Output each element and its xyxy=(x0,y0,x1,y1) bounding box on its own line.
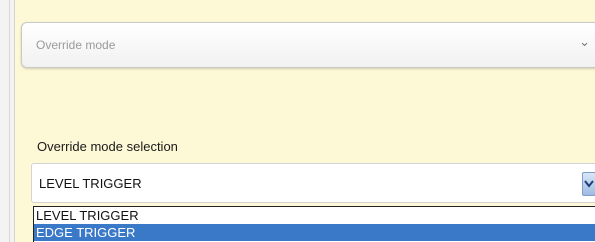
option-level-trigger[interactable]: LEVEL TRIGGER xyxy=(34,207,595,224)
selected-value: LEVEL TRIGGER xyxy=(39,176,142,191)
chevron-down-icon[interactable]: ⌄ xyxy=(579,34,590,50)
option-edge-trigger[interactable]: EDGE TRIGGER xyxy=(34,224,595,241)
left-rail xyxy=(0,0,15,242)
dropdown-arrow-icon[interactable] xyxy=(582,172,595,196)
override-mode-selection-label: Override mode selection xyxy=(37,139,178,154)
section-title: Override mode xyxy=(36,38,116,52)
override-mode-options-list: LEVEL TRIGGER EDGE TRIGGER xyxy=(33,206,595,242)
override-mode-section-header[interactable]: Override mode ⌄ xyxy=(21,22,595,68)
override-mode-select[interactable]: LEVEL TRIGGER xyxy=(31,163,595,203)
